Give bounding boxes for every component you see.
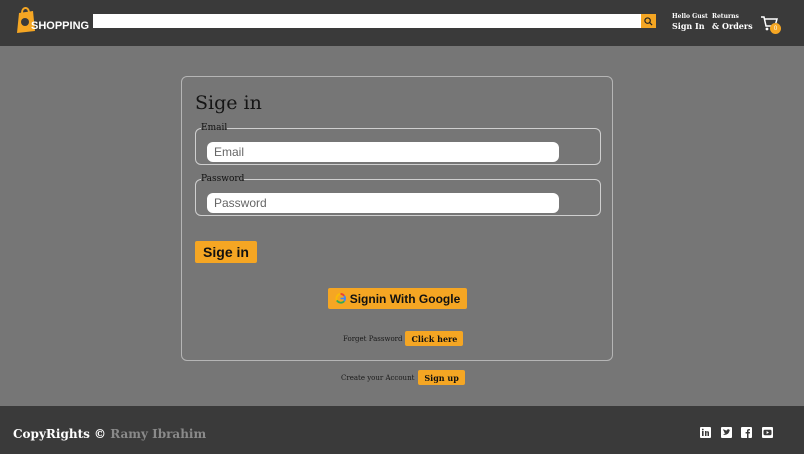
email-field[interactable] — [207, 142, 559, 162]
create-account-row: Create your Account Sign up — [341, 370, 465, 385]
cart-count-badge: 0 — [770, 23, 781, 34]
youtube-icon[interactable] — [762, 427, 773, 438]
email-legend: Email — [201, 123, 228, 133]
linkedin-icon[interactable] — [700, 427, 711, 438]
logo-text: SHOPPING — [31, 20, 90, 32]
google-signin-label: Signin With Google — [349, 291, 461, 306]
google-icon — [335, 293, 346, 304]
orders-label: & Orders — [712, 21, 753, 31]
shopping-logo[interactable]: SHOPPING — [15, 5, 89, 39]
twitter-icon[interactable] — [721, 427, 732, 438]
returns-label: Returns — [712, 13, 739, 20]
copyright-prefix: CopyRights © — [13, 427, 107, 441]
forgot-password-button[interactable]: Click here — [405, 331, 464, 346]
footer: CopyRights © Ramy Ibrahim — [0, 406, 804, 454]
signin-title: Sige in — [195, 92, 262, 114]
google-signin-button[interactable]: Signin With Google — [328, 288, 467, 309]
password-field[interactable] — [207, 193, 559, 213]
signin-button[interactable]: Sige in — [195, 241, 257, 263]
account-greeting: Hello Gust — [672, 13, 708, 20]
copyright-text: CopyRights © Ramy Ibrahim — [13, 427, 206, 441]
search-icon — [644, 16, 653, 26]
account-signin-label: Sign In — [672, 21, 705, 31]
forgot-password-text: Forget Password — [343, 334, 403, 343]
author-name[interactable]: Ramy Ibrahim — [110, 427, 206, 441]
signup-button[interactable]: Sign up — [418, 370, 465, 385]
top-navbar: SHOPPING Hello Gust Sign In Returns & Or… — [0, 0, 804, 46]
signin-card: Sige in Email Password Sige in Signin Wi… — [181, 76, 613, 361]
account-signin-link[interactable]: Hello Gust Sign In — [672, 13, 708, 30]
returns-orders-link[interactable]: Returns & Orders — [712, 13, 753, 30]
create-account-text: Create your Account — [341, 373, 415, 382]
forgot-password-row: Forget Password Click here — [343, 331, 464, 346]
search-input[interactable] — [93, 14, 641, 28]
password-legend: Password — [201, 174, 245, 184]
search-button[interactable] — [641, 14, 656, 28]
facebook-icon[interactable] — [741, 427, 752, 438]
